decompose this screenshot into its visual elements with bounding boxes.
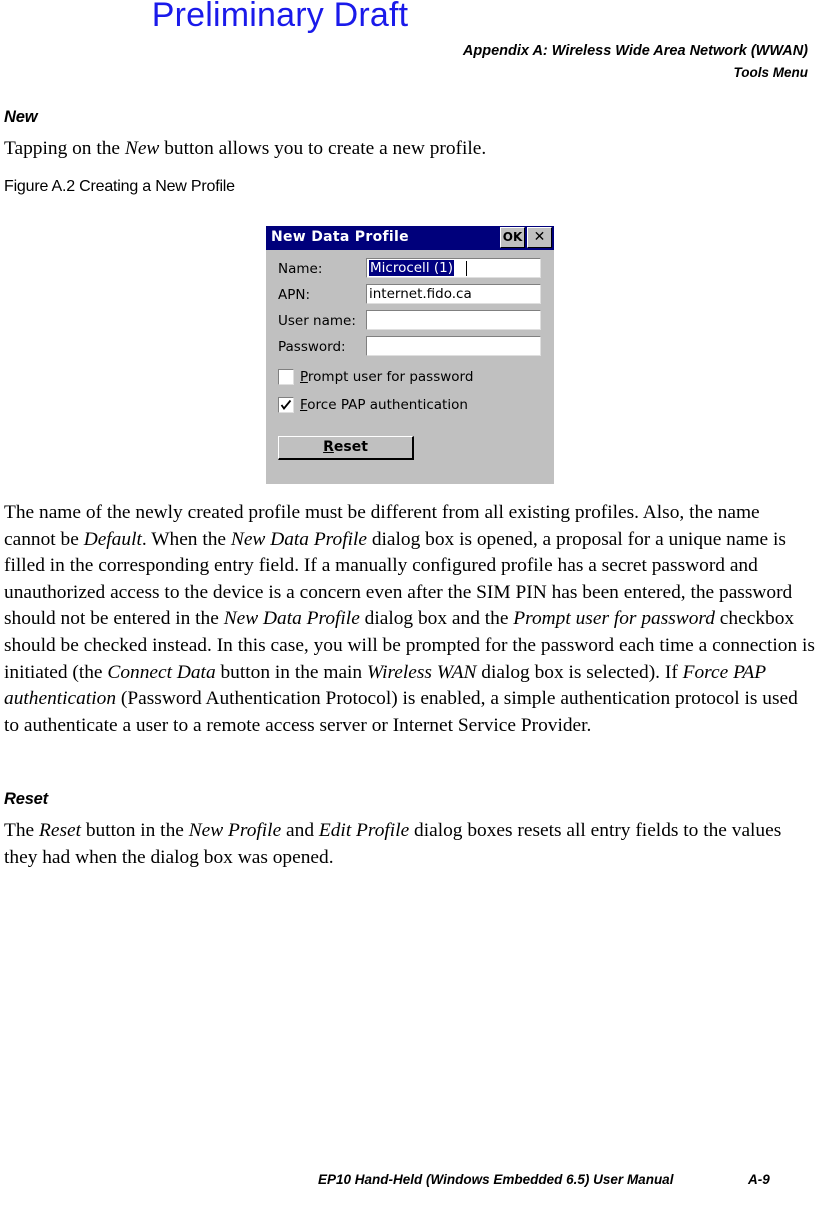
body-paragraph-2: The Reset button in the New Profile and … [4,818,816,871]
document-page: Preliminary Draft Appendix A: Wireless W… [0,0,816,1208]
input-apn-value: internet.fido.ca [369,286,472,302]
intro-text-before: Tapping on the [4,138,125,159]
paragraph-1-run-3: New Data Profile [230,528,367,550]
running-header-appendix: Appendix A: Wireless Wide Area Network (… [462,43,808,59]
input-username[interactable] [366,310,541,330]
paragraph-2-run-3: New Profile [188,820,282,841]
dialog-reset-button[interactable]: Reset [278,436,414,460]
input-name[interactable]: Microcell (1) [366,258,541,278]
intro-paragraph: Tapping on the New button allows you to … [4,136,816,163]
label-password: Password: [278,339,346,355]
intro-text-italic: New [124,138,160,159]
dialog-body: Name: Microcell (1) APN: internet.fido.c… [266,250,554,484]
new-data-profile-dialog: New Data Profile OK ✕ Name: Microcell (1… [266,226,554,484]
paragraph-2-run-2: button in the [81,820,189,841]
body-paragraph-1: The name of the newly created profile mu… [4,500,816,739]
footer-page-number: A-9 [748,1172,770,1187]
checkbox-force-pap[interactable] [278,397,294,413]
checkbox-force-pap-label: Force PAP authentication [300,397,468,413]
input-apn[interactable]: internet.fido.ca [366,284,541,304]
label-username: User name: [278,313,356,329]
paragraph-2-run-1: Reset [39,820,81,841]
paragraph-1-run-1: Default [83,528,142,550]
field-row-password: Password: [266,336,554,361]
paragraph-2-run-5: Edit Profile [318,820,410,841]
accel-key-p: P [300,369,308,385]
preliminary-draft-watermark: Preliminary Draft [151,0,409,34]
running-header-section: Tools Menu [733,65,809,80]
checkmark-icon [280,399,292,410]
checkbox-row-prompt-user[interactable]: Prompt user for password [266,367,554,391]
paragraph-1-run-9: Connect Data [107,661,216,683]
page-footer: EP10 Hand-Held (Windows Embedded 6.5) Us… [0,1172,816,1192]
dialog-ok-button[interactable]: OK [500,227,525,248]
paragraph-1-run-7: Prompt user for password [513,608,715,630]
field-row-name: Name: Microcell (1) [266,258,554,283]
checkbox-row-force-pap[interactable]: Force PAP authentication [266,395,554,419]
paragraph-1-run-14: (Password Authentication Protocol) is en… [4,688,798,736]
dialog-close-icon[interactable]: ✕ [527,227,552,248]
footer-manual-title: EP10 Hand-Held (Windows Embedded 6.5) Us… [318,1172,674,1187]
field-row-apn: APN: internet.fido.ca [266,284,554,309]
text-caret [466,261,467,276]
checkbox-force-pap-text: orce PAP authentication [307,397,468,413]
dialog-titlebar: New Data Profile OK ✕ [266,226,554,250]
checkbox-prompt-user[interactable] [278,369,294,385]
heading-reset: Reset [4,790,48,808]
field-row-username: User name: [266,310,554,335]
paragraph-2-run-0: The [4,820,39,841]
dialog-reset-button-text: eset [333,439,368,455]
dialog-title: New Data Profile [271,229,409,245]
paragraph-1-run-11: Wireless WAN [366,661,477,683]
figure-caption: Figure A.2 Creating a New Profile [4,178,235,195]
input-password[interactable] [366,336,541,356]
paragraph-1-run-5: New Data Profile [223,608,360,630]
heading-new: New [4,108,38,126]
checkbox-prompt-user-label: Prompt user for password [300,369,473,385]
accel-key-r: R [323,439,334,455]
checkbox-prompt-user-text: rompt user for password [307,369,474,385]
paragraph-1-run-2: . When the [141,528,231,550]
label-apn: APN: [278,287,311,303]
paragraph-1-run-12: dialog box is selected). If [476,661,683,683]
paragraph-2-run-4: and [281,820,319,841]
paragraph-1-run-10: button in the main [215,661,367,683]
paragraph-1-run-6: dialog box and the [359,608,514,630]
label-name: Name: [278,261,323,277]
input-name-value: Microcell (1) [369,260,454,276]
intro-text-after: button allows you to create a new profil… [159,138,487,159]
